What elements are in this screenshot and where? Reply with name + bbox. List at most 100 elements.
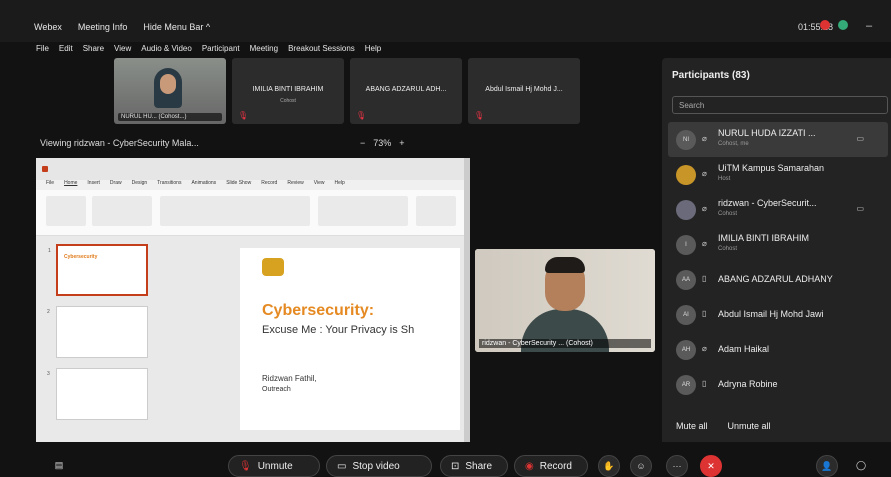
participant-name: Adam Haikal xyxy=(718,344,770,354)
video-tile-nurul[interactable]: NURUL HU... (Cohost...) xyxy=(114,58,226,124)
pp-menu-item: Transitions xyxy=(157,180,182,186)
mic-icon: ⌀ xyxy=(702,134,707,143)
camera-icon: ▭ xyxy=(856,204,864,213)
chat-icon[interactable]: ▤ xyxy=(48,455,70,477)
participant-row[interactable]: AI ▯ Abdul Ismail Hj Mohd Jawi xyxy=(668,297,888,332)
participant-row[interactable]: AA ▯ ABANG ADZARUL ADHANY xyxy=(668,262,888,297)
participant-row[interactable]: ⌀ ridzwan - CyberSecurit... Cohost ▭ xyxy=(668,192,888,227)
zoom-in-button[interactable]: + xyxy=(399,138,404,148)
share-button[interactable]: ⊡ Share xyxy=(440,455,508,477)
ribbon-group xyxy=(318,196,408,226)
tile-role: Cohost xyxy=(280,98,296,104)
pp-menu-item: Insert xyxy=(87,180,100,186)
meeting-info-button[interactable]: Meeting Info xyxy=(78,22,128,32)
slide-thumbnails: 1 Cybersecurity 2 3 xyxy=(44,244,152,430)
minimize-icon[interactable]: – xyxy=(866,20,872,32)
participant-role: Host xyxy=(718,176,731,182)
pp-menu-item: Animations xyxy=(191,180,217,186)
tile-name: ABANG ADZARUL ADH... xyxy=(365,86,447,93)
pp-menu-item: Review xyxy=(287,180,304,186)
unmute-button[interactable]: 🎙 Unmute xyxy=(228,455,320,477)
device-icon: ▯ xyxy=(702,274,707,283)
avatar xyxy=(676,165,696,185)
zoom-level: 73% xyxy=(373,138,392,148)
participants-search-input[interactable]: Search xyxy=(672,96,888,114)
speaker-hair xyxy=(545,257,585,273)
pp-menu-item: Design xyxy=(131,180,148,186)
participant-role: Cohost, me xyxy=(718,141,749,147)
participant-name: NURUL HUDA IZZATI ... xyxy=(718,128,816,138)
menu-audio-video[interactable]: Audio & Video xyxy=(141,44,192,53)
ribbon-group xyxy=(160,196,310,226)
mic-icon: ⌀ xyxy=(702,204,707,213)
ribbon-group xyxy=(46,196,86,226)
avatar: AR xyxy=(676,375,696,395)
menu-file[interactable]: File xyxy=(36,44,49,53)
pp-menu-item: File xyxy=(46,180,55,186)
webex-logo: Webex xyxy=(34,22,62,32)
powerpoint-titlebar xyxy=(36,158,464,180)
share-icon: ⊡ xyxy=(451,460,460,472)
shared-screen[interactable]: File Home Insert Draw Design Transitions… xyxy=(36,158,470,442)
zoom-out-button[interactable]: − xyxy=(360,138,365,148)
mic-icon: ⌀ xyxy=(702,344,707,353)
menu-breakout[interactable]: Breakout Sessions xyxy=(288,44,355,53)
menu-share[interactable]: Share xyxy=(83,44,104,53)
mute-all-button[interactable]: Mute all xyxy=(676,421,708,431)
hand-icon[interactable]: ✋ xyxy=(598,455,620,477)
participants-list: NI ⌀ NURUL HUDA IZZATI ... Cohost, me ▭ … xyxy=(668,122,888,402)
participant-row[interactable]: AH ⌀ Adam Haikal xyxy=(668,332,888,367)
title-bar: Webex Meeting Info Hide Menu Bar ^ 01:55… xyxy=(0,0,891,42)
record-status-icon xyxy=(820,20,830,33)
participant-role: Cohost xyxy=(718,211,738,217)
participant-row[interactable]: NI ⌀ NURUL HUDA IZZATI ... Cohost, me ▭ xyxy=(668,122,888,157)
unmute-all-button[interactable]: Unmute all xyxy=(728,421,771,431)
hide-menu-button[interactable]: Hide Menu Bar ^ xyxy=(143,22,210,32)
participant-row[interactable]: ⌀ UiTM Kampus Samarahan Host xyxy=(668,157,888,192)
slide-dept: Outreach xyxy=(262,386,291,393)
slide-subtitle: Excuse Me : Your Privacy is Sh xyxy=(262,324,415,336)
video-tile-abdul[interactable]: Abdul Ismail Hj Mohd J... 🎙 xyxy=(468,58,580,124)
active-speaker-video[interactable]: ridzwan - CyberSecurity ... (Cohost) xyxy=(475,249,655,352)
menu-help[interactable]: Help xyxy=(365,44,381,53)
menu-view[interactable]: View xyxy=(114,44,131,53)
mic-icon: ⌀ xyxy=(702,239,707,248)
muted-mic-icon: 🎙 xyxy=(474,111,485,120)
participants-header[interactable]: Participants (83) xyxy=(672,70,750,81)
camera-icon: ▭ xyxy=(856,134,864,143)
stop-video-button[interactable]: ▭ Stop video xyxy=(326,455,432,477)
menu-edit[interactable]: Edit xyxy=(59,44,73,53)
current-slide: Cybersecurity: Excuse Me : Your Privacy … xyxy=(240,248,460,430)
slide-scrollbar[interactable] xyxy=(464,158,470,442)
status-icon xyxy=(838,20,848,33)
mic-off-icon: 🎙 xyxy=(239,460,252,472)
record-button[interactable]: ◉ Record xyxy=(514,455,588,477)
video-tile-imilia[interactable]: IMILIA BINTI IBRAHIM Cohost 🎙 xyxy=(232,58,344,124)
device-icon: ▯ xyxy=(702,309,707,318)
end-call-button[interactable]: ✕ xyxy=(700,455,722,477)
reactions-icon[interactable]: ☺ xyxy=(630,455,652,477)
more-options-button[interactable]: ··· xyxy=(666,455,688,477)
zoom-control: − 73% + xyxy=(360,138,405,148)
chat-toggle-icon[interactable]: ◯ xyxy=(850,455,872,477)
participant-row[interactable]: I ⌀ IMILIA BINTI IBRAHIM Cohost xyxy=(668,227,888,262)
participant-row[interactable]: AR ▯ Adryna Robine xyxy=(668,367,888,402)
slide-title: Cybersecurity: xyxy=(262,302,375,319)
record-label: Record xyxy=(539,460,572,472)
participant-name: Adryna Robine xyxy=(718,379,778,389)
ribbon-group xyxy=(416,196,456,226)
slide-presenter: Ridzwan Fathil, xyxy=(262,374,317,383)
menu-meeting[interactable]: Meeting xyxy=(250,44,278,53)
pp-menu-item: View xyxy=(313,180,325,186)
video-tile-abang[interactable]: ABANG ADZARUL ADH... 🎙 xyxy=(350,58,462,124)
avatar: AI xyxy=(676,305,696,325)
avatar: I xyxy=(676,235,696,255)
menu-participant[interactable]: Participant xyxy=(202,44,240,53)
participants-toggle-icon[interactable]: 👤 xyxy=(816,455,838,477)
powerpoint-icon xyxy=(42,166,48,172)
tile-name: IMILIA BINTI IBRAHIM xyxy=(252,86,324,93)
pp-menu-item: Help xyxy=(334,180,345,186)
ribbon-group xyxy=(92,196,152,226)
unmute-label: Unmute xyxy=(257,460,293,472)
participant-face xyxy=(160,74,176,94)
